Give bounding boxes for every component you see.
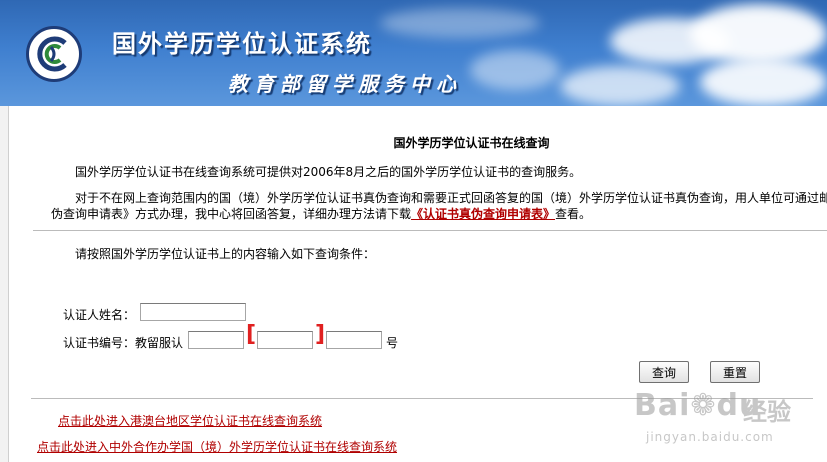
hk-macau-taiwan-query-link[interactable]: 点击此处进入港澳台地区学位认证书在线查询系统 bbox=[58, 412, 322, 429]
page-title: 国外学历学位认证书在线查询 bbox=[393, 136, 550, 150]
cert-number-part3-input[interactable] bbox=[326, 331, 382, 349]
cert-number-part1-input[interactable] bbox=[188, 331, 244, 349]
cloud-decoration bbox=[560, 66, 680, 106]
cert-number-label: 认证书编号：教留服认 bbox=[63, 336, 184, 350]
csc-logo-icon bbox=[26, 26, 82, 82]
divider bbox=[33, 230, 827, 231]
offline-paragraph: 对于不在网上查询范围内的国（境）外学历学位认证书真伪查询和需要正式回函答复的国（… bbox=[75, 191, 827, 205]
cert-number-suffix: 号 bbox=[386, 336, 399, 350]
watermark-cn: 经验 bbox=[743, 398, 791, 426]
watermark-url: jingyan.baidu.com bbox=[646, 430, 774, 444]
paw-icon: ❁ bbox=[690, 388, 717, 423]
name-input[interactable] bbox=[140, 303, 246, 321]
bracket-close: ] bbox=[315, 322, 326, 347]
offline-paragraph-text: 伪查询申请表》方式办理，我中心将回函答复，详细办理方法请下载 bbox=[51, 207, 412, 221]
intro-paragraph: 国外学历学位认证书在线查询系统可提供对2006年8月之后的国外学历学位认证书的查… bbox=[75, 165, 582, 179]
cert-number-part2-input[interactable] bbox=[257, 331, 313, 349]
cloud-decoration bbox=[690, 4, 827, 64]
offline-paragraph-tail: 查看。 bbox=[555, 207, 592, 221]
cloud-decoration bbox=[700, 58, 827, 106]
center-subtitle: 教育部留学服务中心 bbox=[228, 72, 462, 96]
cloud-decoration bbox=[380, 8, 540, 38]
header-banner: 国外学历学位认证系统 教育部留学服务中心 bbox=[0, 0, 827, 106]
sino-foreign-query-link[interactable]: 点击此处进入中外合作办学国（境）外学历学位认证书在线查询系统 bbox=[37, 438, 397, 455]
cloud-decoration bbox=[470, 50, 560, 90]
offline-paragraph-cont: 伪查询申请表》方式办理，我中心将回函答复，详细办理方法请下载《认证书真伪查询申请… bbox=[51, 206, 591, 222]
form-instruction: 请按照国外学历学位认证书上的内容输入如下查询条件： bbox=[75, 247, 376, 261]
system-title: 国外学历学位认证系统 bbox=[112, 29, 372, 58]
name-label: 认证人姓名： bbox=[63, 308, 136, 322]
baidu-watermark: Bai❁du 经验 jingyan.baidu.com bbox=[628, 378, 818, 462]
download-form-link[interactable]: 《认证书真伪查询申请表》 bbox=[411, 207, 555, 221]
bracket-open: [ bbox=[246, 322, 257, 347]
